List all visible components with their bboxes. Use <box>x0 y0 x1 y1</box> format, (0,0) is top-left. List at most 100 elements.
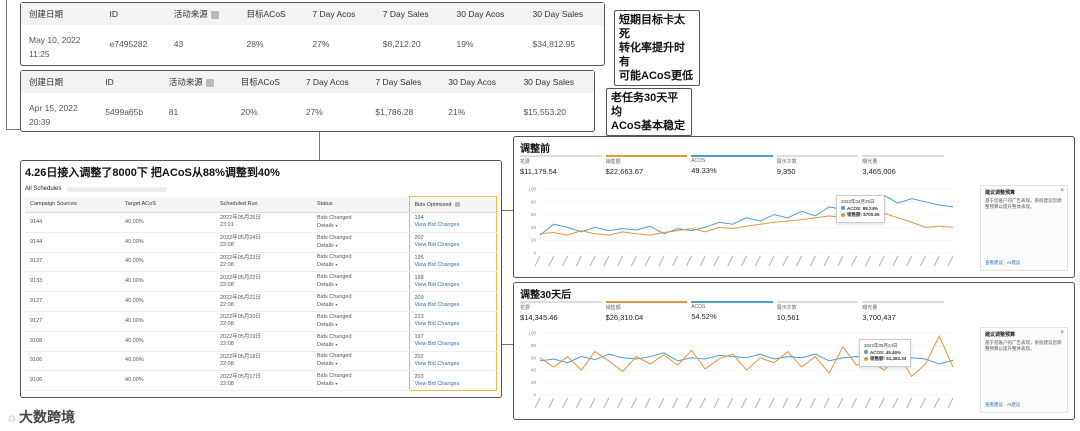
status: Bids Changed Details ▾ <box>312 331 409 352</box>
y-tick-label: 100 <box>528 187 536 192</box>
chevron-down-icon[interactable]: ▾ <box>335 282 337 287</box>
metric-sales[interactable]: 销售额 $22,663.67 <box>605 155 688 177</box>
metric-acos[interactable]: ACOS 49.33% <box>691 155 773 177</box>
metric-sales[interactable]: 销售额 $26,310.04 <box>605 301 688 323</box>
recommendation-link[interactable]: 查看建议 <box>985 260 1003 265</box>
metric-acos[interactable]: ACOS 54.52% <box>691 301 773 323</box>
col-bids-optimized: Bids Optimized <box>408 196 497 213</box>
table-row[interactable]: May 10, 2022 11:25 e7495282 43 28% 27% $8… <box>21 25 604 63</box>
table-row[interactable]: 9137 40.00% 2022年05月23日 22:08 Bids Changed De… <box>25 252 497 273</box>
campaign-source: 9127 <box>25 291 120 312</box>
details-link[interactable]: Details <box>317 361 334 367</box>
y-tick-label: 20 <box>531 380 537 385</box>
x-tick <box>617 255 624 267</box>
x-tick <box>809 397 816 409</box>
chevron-down-icon[interactable]: ▾ <box>335 322 337 327</box>
details-link[interactable]: Details <box>317 322 334 328</box>
recommendation-link[interactable]: 查看建议 <box>985 402 1003 407</box>
close-icon[interactable]: × <box>1060 330 1064 336</box>
view-bid-changes-link[interactable]: View Bid Changes <box>415 321 492 328</box>
metric-clicks[interactable]: 展示次数 9,350 <box>776 155 859 177</box>
x-tick <box>630 255 637 267</box>
metric-impressions[interactable]: 曝光量 3,465,006 <box>862 155 944 177</box>
tab-all-schedules[interactable]: All Schedules <box>25 186 61 192</box>
details-link[interactable]: Details <box>317 381 334 387</box>
view-bid-changes-link[interactable]: View Bid Changes <box>415 242 492 249</box>
x-tick <box>933 255 940 267</box>
table-row[interactable]: 9133 40.00% 2022年05月22日 22:08 Bids Changed De… <box>25 271 497 293</box>
target-acos: 40.00% <box>120 331 215 352</box>
metric-spend[interactable]: 花费 $11,179.54 <box>520 155 602 177</box>
x-tick <box>809 255 816 267</box>
close-icon[interactable]: × <box>1060 188 1064 194</box>
target-acos: 40.00% <box>120 351 215 372</box>
details-link[interactable]: Details <box>317 262 334 268</box>
view-bid-changes-link[interactable]: View Bid Changes <box>415 381 492 388</box>
metric-impressions[interactable]: 曝光量 3,700,437 <box>862 301 944 323</box>
chart-tooltip: 2022年05月24日 ACOS: 45.46% 销售额: $1,383.33 <box>859 339 912 367</box>
info-icon[interactable] <box>205 78 214 87</box>
table-row[interactable]: 9106 40.00% 2022年05月18日 22:08 Bids Changed De… <box>25 351 497 372</box>
view-bid-changes-link[interactable]: View Bid Changes <box>415 222 492 229</box>
view-bid-changes-link[interactable]: View Bid Changes <box>415 282 492 289</box>
chevron-down-icon[interactable]: ▾ <box>335 381 337 386</box>
created-date: May 10, 2022 11:25 <box>29 35 81 59</box>
connector-line <box>500 210 514 345</box>
x-tick <box>768 397 775 409</box>
col-7day-acos: 7 Day Acos <box>304 3 375 25</box>
details-link[interactable]: Details <box>317 223 334 229</box>
table-row[interactable]: 9127 40.00% 2022年05月20日 22:08 Bids Changed De… <box>25 311 497 332</box>
col-created-date: 创建日期 <box>21 3 102 25</box>
details-link[interactable]: Details <box>317 282 334 288</box>
chevron-down-icon[interactable]: ▾ <box>335 243 337 248</box>
table-row[interactable]: 9144 40.00% 2022年05月25日 23:01 Bids Changed De… <box>25 212 497 233</box>
table-row[interactable]: Apr 15, 2022 20:39 5499a65b 81 20% 27% $1… <box>21 93 594 131</box>
chevron-down-icon[interactable]: ▾ <box>335 262 337 267</box>
details-link[interactable]: Details <box>317 342 334 348</box>
bids-optimized: 194 View Bid Changes <box>408 212 497 233</box>
recommendation-card: × 建议调整预算 基于您账户的广告表现，系统建议您调整预算以提升整体表现。 查看… <box>980 327 1068 413</box>
status: Bids Changed Details ▾ <box>312 212 409 233</box>
metric-row: 花费 $11,179.54 销售额 $22,663.67 ACOS 49.33% 展示… <box>520 155 944 177</box>
x-tick <box>685 397 692 409</box>
view-bid-changes-link[interactable]: View Bid Changes <box>415 361 492 368</box>
x-tick <box>851 255 858 267</box>
view-bid-changes-link[interactable]: View Bid Changes <box>415 262 492 269</box>
sales-7day: $8,212.20 <box>382 39 421 49</box>
view-bid-changes-link[interactable]: View Bid Changes <box>415 341 492 348</box>
chevron-down-icon[interactable]: ▾ <box>335 302 337 307</box>
chevron-down-icon[interactable]: ▾ <box>335 223 337 228</box>
panel-title: 调整30天后 <box>520 290 572 301</box>
scheduled-run: 2022年05月23日 22:08 <box>215 252 312 273</box>
metric-spend[interactable]: 花费 $14,345.46 <box>520 301 602 323</box>
y-tick-label: 80 <box>531 199 537 204</box>
search-input[interactable] <box>67 186 168 192</box>
chevron-down-icon[interactable]: ▾ <box>335 342 337 347</box>
line-chart-before[interactable]: 0 20 40 60 80 100 <box>518 183 963 275</box>
col-campaign-sources: Campaign Sources <box>25 196 120 213</box>
details-link[interactable]: Details <box>317 243 334 249</box>
scheduled-run: 2022年05月24日 22:08 <box>215 232 312 253</box>
table-row[interactable]: 9144 40.00% 2022年05月24日 22:08 Bids Changed De… <box>25 232 497 253</box>
col-30day-acos: 30 Day Acos <box>448 3 525 25</box>
chevron-down-icon[interactable]: ▾ <box>335 361 337 366</box>
x-tick <box>548 255 555 267</box>
series-line-acos[interactable] <box>539 212 954 236</box>
x-tick <box>947 255 954 267</box>
table-row[interactable]: 9106 40.00% 2022年05月17日 22:08 Bids Changed De… <box>25 370 497 392</box>
info-icon[interactable] <box>210 10 219 19</box>
metric-clicks[interactable]: 展示次数 10,561 <box>776 301 859 323</box>
x-tick <box>740 255 748 267</box>
x-tick <box>782 255 789 267</box>
bids-optimized: 203 View Bid Changes <box>408 370 497 392</box>
info-icon[interactable] <box>454 201 460 207</box>
table-row[interactable]: 9108 40.00% 2022年05月19日 22:08 Bids Changed De… <box>25 331 497 352</box>
table-row[interactable]: 9127 40.00% 2022年05月21日 22:08 Bids Changed De… <box>25 291 497 312</box>
x-tick <box>837 397 844 409</box>
annotation-note-2: 老任务30天平均 ACoS基本稳定 <box>606 88 692 136</box>
view-bid-changes-link[interactable]: View Bid Changes <box>415 302 492 309</box>
x-tick <box>713 255 720 267</box>
y-tick-label: 60 <box>531 355 537 360</box>
details-link[interactable]: Details <box>317 302 334 308</box>
bids-optimized: 197 View Bid Changes <box>408 331 497 352</box>
